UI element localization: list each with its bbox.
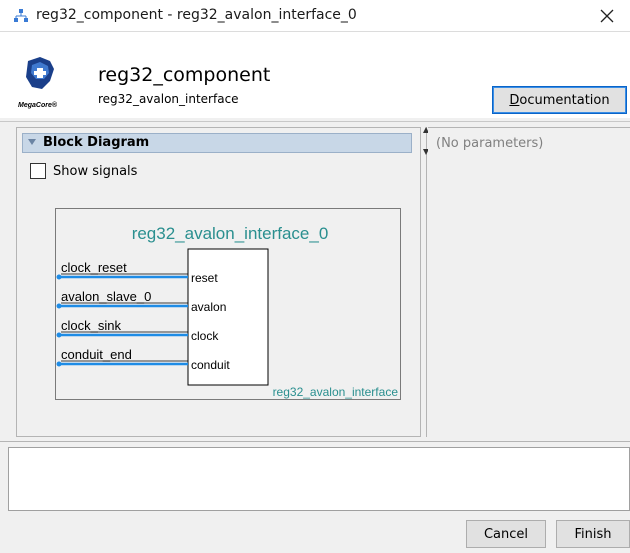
panel-splitter[interactable]: [426, 127, 427, 437]
interface-name-label: avalon_slave_0: [61, 289, 151, 304]
collapse-triangle-icon: [28, 139, 36, 145]
port-label: conduit: [191, 358, 230, 372]
show-signals-checkbox[interactable]: [30, 163, 46, 179]
block-diagram-title: Block Diagram: [43, 135, 150, 150]
messages-divider: [0, 441, 630, 442]
component-name: reg32_component: [98, 64, 271, 86]
documentation-label: ocumentation: [519, 92, 610, 108]
instance-name: reg32_avalon_interface_0: [132, 224, 329, 243]
show-signals-label: Show signals: [53, 164, 138, 179]
megacore-logo-icon: [26, 57, 54, 89]
logo-text: MegaCore®: [18, 102, 57, 109]
block-diagram-canvas: reg32_avalon_interface_0 reg32_avalon_in…: [55, 208, 401, 400]
no-parameters-text: (No parameters): [436, 136, 544, 151]
block-diagram-svg: reg32_avalon_interface_0 reg32_avalon_in…: [56, 224, 399, 399]
interface-name-label: conduit_end: [61, 347, 132, 362]
finish-button[interactable]: Finish: [556, 520, 630, 548]
documentation-mnemonic: D: [509, 92, 520, 108]
interface-name-label: clock_reset: [61, 260, 127, 275]
messages-area[interactable]: [8, 447, 630, 511]
header-divider: [0, 121, 630, 122]
interface-name-label: clock_sink: [61, 318, 121, 333]
interface-endpoint-dot: [56, 332, 62, 338]
documentation-button[interactable]: Documentation: [492, 86, 627, 114]
window-title: reg32_component - reg32_avalon_interface…: [36, 7, 357, 23]
block-diagram-section-header[interactable]: Block Diagram: [22, 133, 412, 153]
window-titlebar: reg32_component - reg32_avalon_interface…: [0, 0, 630, 32]
port-label: avalon: [191, 300, 226, 314]
parameters-panel: (No parameters): [428, 127, 630, 438]
block-diagram-panel: Block Diagram Show signals reg32_avalon_…: [16, 127, 421, 437]
interface-endpoint-dot: [56, 361, 62, 367]
port-label: reset: [191, 271, 218, 285]
close-icon: [600, 9, 614, 22]
component-subtitle: reg32_avalon_interface: [98, 92, 239, 106]
cancel-button[interactable]: Cancel: [466, 520, 546, 548]
close-button[interactable]: [584, 0, 630, 31]
interface-endpoint-dot: [56, 274, 62, 280]
interface-endpoint-dot: [56, 303, 62, 309]
component-hierarchy-icon: [14, 9, 28, 22]
module-name: reg32_avalon_interface: [273, 385, 399, 399]
port-label: clock: [191, 329, 219, 343]
